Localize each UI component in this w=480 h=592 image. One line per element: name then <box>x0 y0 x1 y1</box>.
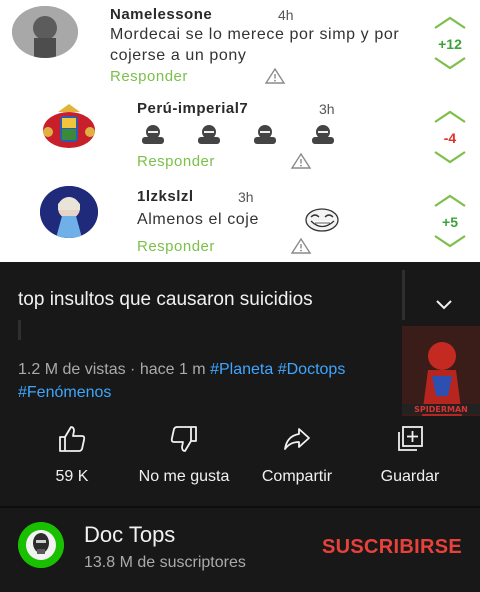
dislike-icon <box>170 426 197 452</box>
save-icon <box>398 426 423 451</box>
hashtag-link[interactable]: #Fenómenos <box>18 384 111 401</box>
vote-score: +12 <box>438 36 462 52</box>
svg-text:SPIDERMAN: SPIDERMAN <box>414 405 468 414</box>
save-label: Guardar <box>380 468 440 485</box>
comment-author: 1lzkslzl <box>137 188 194 205</box>
comment-emoji-row <box>137 123 357 145</box>
comment: Namelessone 4h Mordecai se lo merece por… <box>0 0 480 90</box>
warning-icon[interactable] <box>264 67 286 85</box>
downvote-icon[interactable] <box>433 150 467 164</box>
vote-box: +5 <box>428 194 472 248</box>
like-icon <box>59 426 86 452</box>
vote-box: -4 <box>428 110 472 164</box>
trollface-icon <box>305 208 339 232</box>
action-bar: 59 K No me gusta Compartir Guardar <box>0 418 480 506</box>
vote-score: +5 <box>442 214 458 230</box>
video-meta: 1.2 M de vistas · hace 1 m #Planeta #Doc… <box>18 358 403 404</box>
video-thumbnail[interactable]: SPIDERMAN <box>402 326 480 416</box>
chevron-down-icon[interactable] <box>432 292 456 316</box>
downvote-icon[interactable] <box>433 234 467 248</box>
dislike-label: No me gusta <box>138 468 230 485</box>
upvote-icon[interactable] <box>433 16 467 30</box>
hashtag-link[interactable]: #Planeta <box>210 361 273 378</box>
comment-author: Namelessone <box>110 6 213 23</box>
channel-name[interactable]: Doc Tops <box>84 522 175 548</box>
upvote-icon[interactable] <box>433 110 467 124</box>
reply-link[interactable]: Responder <box>110 68 188 85</box>
like-count: 59 K <box>55 468 89 485</box>
reply-link[interactable]: Responder <box>137 153 215 170</box>
vote-score: -4 <box>443 130 457 146</box>
coat-of-arms-avatar <box>40 100 98 158</box>
share-button[interactable]: Compartir <box>237 418 357 498</box>
avatar <box>12 6 78 58</box>
video-title[interactable]: top insultos que causaron suicidios <box>18 288 398 312</box>
comment-author: Perú-imperial7 <box>137 100 249 117</box>
comment: Perú-imperial7 3h Responder -4 <box>0 90 480 178</box>
comment-text: Mordecai se lo merece por simp y por coj… <box>110 26 400 64</box>
comment-time: 4h <box>278 7 294 23</box>
share-label: Compartir <box>261 468 333 485</box>
subscriber-count: 13.8 M de suscriptores <box>84 554 246 571</box>
video-info-panel: top insultos que causaron suicidios SPID… <box>0 262 480 592</box>
vote-box: +12 <box>428 16 472 70</box>
subscribe-button[interactable]: SUSCRIBIRSE <box>322 536 462 559</box>
dislike-button[interactable]: No me gusta <box>124 418 244 498</box>
comments-screenshot: Namelessone 4h Mordecai se lo merece por… <box>0 0 480 262</box>
warning-icon[interactable] <box>290 152 312 170</box>
comment-text: Almenos el coje <box>137 211 259 228</box>
divider <box>402 270 405 320</box>
avatar <box>40 186 98 238</box>
like-button[interactable]: 59 K <box>12 418 132 498</box>
channel-avatar[interactable] <box>18 522 64 568</box>
warning-icon[interactable] <box>290 237 312 255</box>
upvote-icon[interactable] <box>433 194 467 208</box>
divider <box>18 320 21 340</box>
channel-row: Doc Tops 13.8 M de suscriptores SUSCRIBI… <box>0 508 480 592</box>
downvote-icon[interactable] <box>433 56 467 70</box>
comment-time: 3h <box>238 189 254 205</box>
save-button[interactable]: Guardar <box>350 418 470 498</box>
hashtag-link[interactable]: #Doctops <box>278 361 346 378</box>
reply-link[interactable]: Responder <box>137 238 215 255</box>
comment-time: 3h <box>319 101 335 117</box>
comment: 1lzkslzl 3h Almenos el coje Responder +5 <box>0 178 480 262</box>
share-icon <box>284 428 310 450</box>
view-count: 1.2 M de vistas · hace 1 m <box>18 361 206 378</box>
